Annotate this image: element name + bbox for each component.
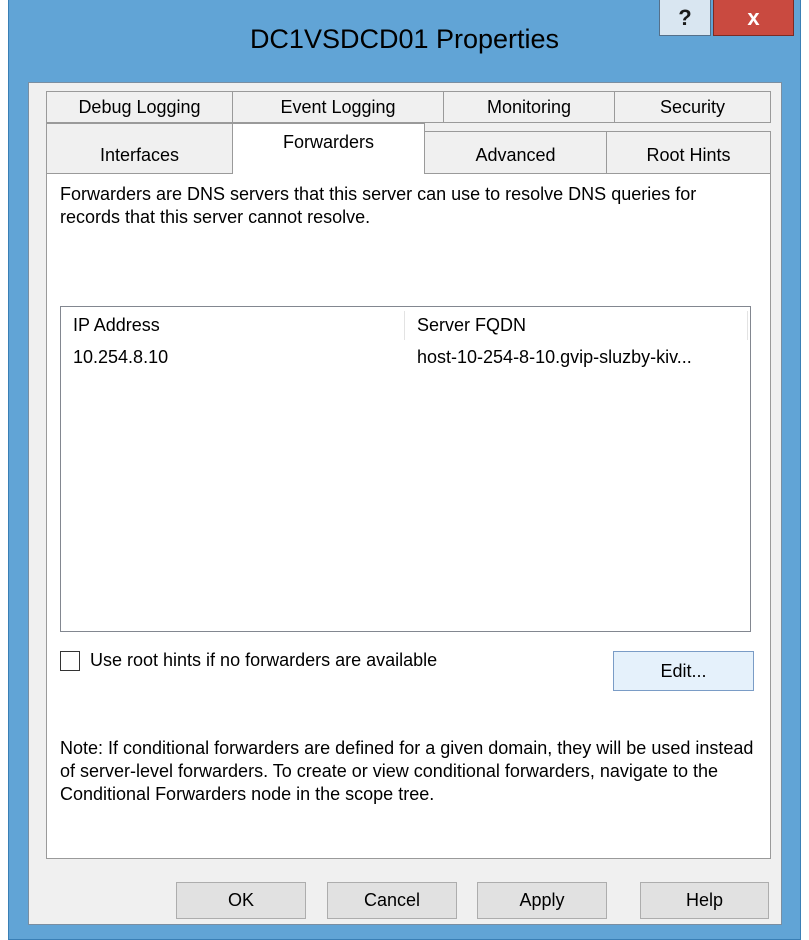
column-header-server-fqdn[interactable]: Server FQDN (406, 311, 748, 340)
title-bar[interactable]: DC1VSDCD01 Properties ? x (9, 0, 800, 86)
edit-button[interactable]: Edit... (613, 651, 754, 691)
apply-button[interactable]: Apply (477, 882, 607, 919)
dialog-client-area: Debug Logging Event Logging Monitoring S… (28, 82, 782, 925)
conditional-forwarders-note: Note: If conditional forwarders are defi… (60, 738, 754, 804)
forwarders-panel: Forwarders are DNS servers that this ser… (46, 173, 771, 859)
ok-button[interactable]: OK (176, 882, 306, 919)
forwarders-list[interactable]: IP Address Server FQDN 10.254.8.10 host-… (60, 306, 751, 632)
close-icon[interactable]: x (713, 0, 794, 36)
forwarders-description: Forwarders are DNS servers that this ser… (60, 184, 697, 227)
tab-interfaces[interactable]: Interfaces (46, 123, 233, 174)
tab-forwarders[interactable]: Forwarders (232, 123, 425, 174)
use-root-hints-checkbox[interactable] (60, 650, 80, 671)
tab-root-hints[interactable]: Root Hints (606, 131, 771, 174)
tab-advanced[interactable]: Advanced (424, 131, 607, 174)
help-icon[interactable]: ? (659, 0, 711, 36)
tab-debug-logging[interactable]: Debug Logging (46, 91, 233, 123)
use-root-hints-label: Use root hints if no forwarders are avai… (90, 650, 438, 670)
tab-security[interactable]: Security (614, 91, 771, 123)
column-header-ip-address[interactable]: IP Address (65, 311, 405, 340)
use-root-hints-option[interactable]: Use root hints if no forwarders are avai… (60, 650, 437, 671)
forwarder-ip: 10.254.8.10 (73, 347, 169, 367)
forwarder-fqdn: host-10-254-8-10.gvip-sluzby-kiv... (417, 347, 692, 367)
list-item[interactable]: 10.254.8.10 host-10-254-8-10.gvip-sluzby… (65, 343, 748, 371)
tab-event-logging[interactable]: Event Logging (232, 91, 444, 123)
tab-monitoring[interactable]: Monitoring (443, 91, 615, 123)
help-button[interactable]: Help (640, 882, 769, 919)
cancel-button[interactable]: Cancel (327, 882, 457, 919)
dialog-window: DC1VSDCD01 Properties ? x Debug Logging … (8, 0, 801, 940)
